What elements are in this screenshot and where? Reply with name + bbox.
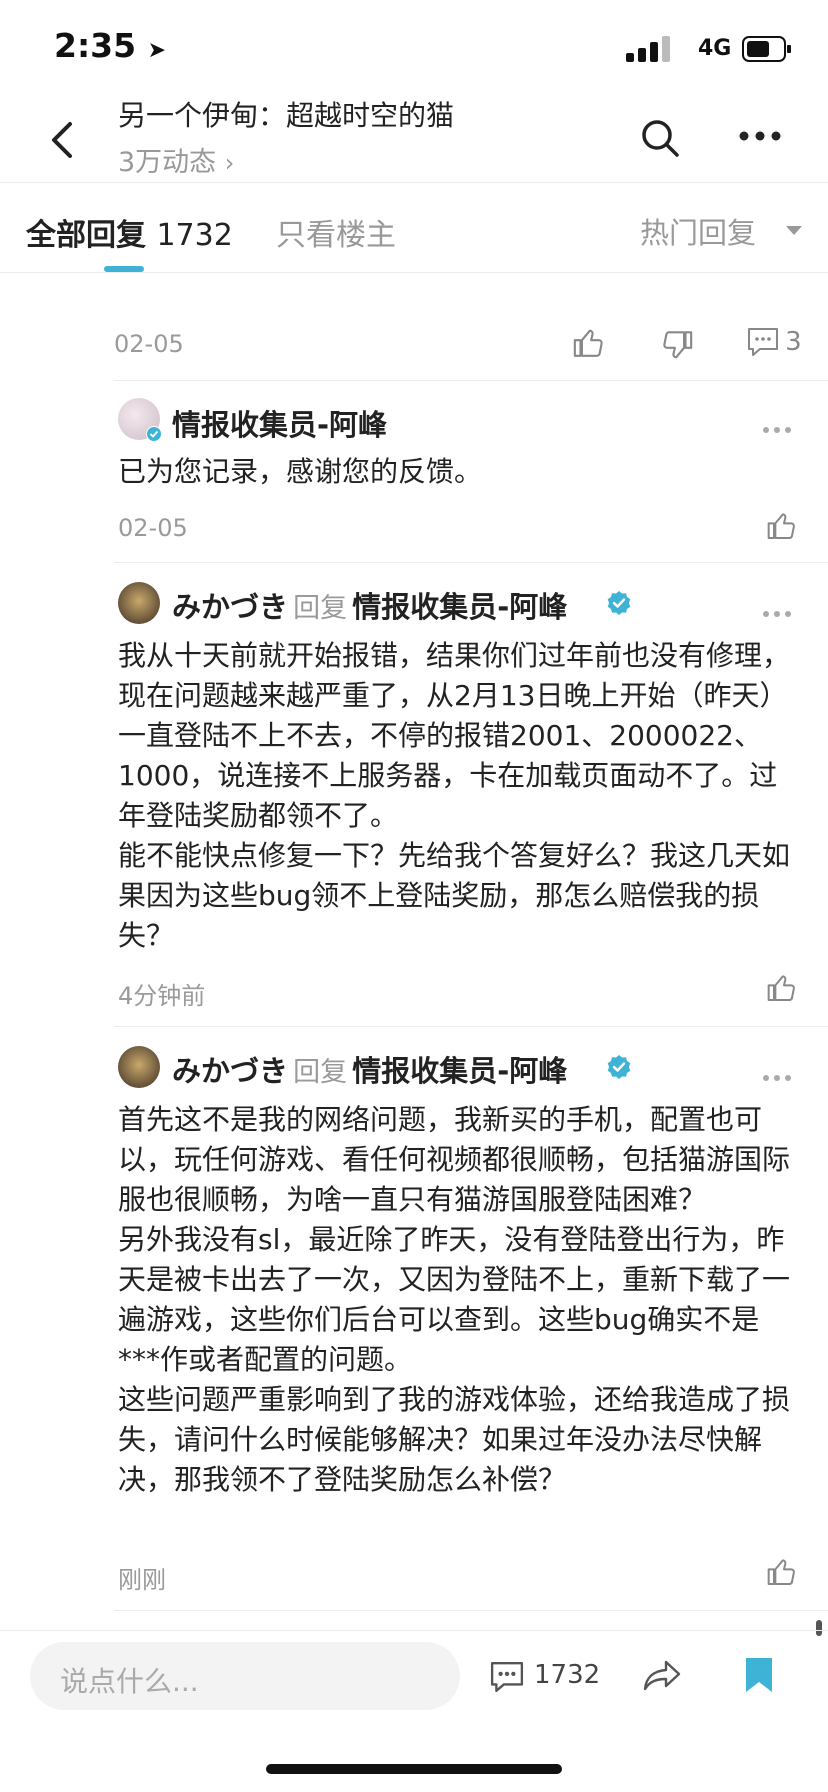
reply-word: 回复 (293, 593, 348, 624)
tab-all-count: 1732 (156, 218, 233, 253)
like-icon[interactable] (766, 972, 798, 1004)
reply-target-username[interactable]: 情报收集员-阿峰 (352, 590, 567, 624)
battery-icon (742, 36, 791, 62)
search-icon[interactable] (640, 118, 680, 158)
like-icon[interactable] (572, 326, 606, 360)
more-options-icon[interactable] (762, 426, 792, 434)
comment-header: みかづき 回复 情报收集员-阿峰 (172, 1048, 567, 1090)
comment-time: 4分钟前 (118, 982, 206, 1010)
comment-username[interactable]: みかづき (172, 590, 288, 624)
caret-down-icon[interactable] (786, 226, 802, 235)
comment-time: 刚刚 (118, 1566, 166, 1594)
comment-username[interactable]: 情报收集员-阿峰 (172, 402, 387, 444)
divider (114, 380, 828, 381)
divider (0, 1630, 828, 1631)
comment-username[interactable]: みかづき (172, 1054, 288, 1088)
verified-badge-icon (146, 426, 162, 442)
avatar[interactable] (118, 582, 160, 624)
divider (114, 1026, 828, 1027)
like-icon[interactable] (766, 1556, 798, 1588)
activity-count-link[interactable]: 3万动态 › (118, 140, 234, 179)
tab-all-replies[interactable]: 全部回复 1732 (26, 210, 233, 254)
signal-icon (626, 36, 670, 62)
divider (114, 1610, 828, 1611)
comment-bubble-icon[interactable] (488, 1660, 526, 1694)
comment-text: 已为您记录，感谢您的反馈。 (118, 455, 483, 488)
location-arrow-icon: ➤ (147, 38, 167, 63)
status-time-text: 2:35 (54, 26, 137, 65)
divider (0, 272, 828, 273)
status-time: 2:35 ➤ (54, 26, 166, 65)
more-options-icon[interactable] (762, 1074, 792, 1082)
verified-badge-icon (607, 1055, 631, 1079)
more-icon[interactable] (738, 124, 782, 148)
comment-header: みかづき 回复 情报收集员-阿峰 (172, 584, 567, 626)
avatar[interactable] (118, 1046, 160, 1088)
comment-text: 首先这不是我的网络问题，我新买的手机，配置也可以，玩任何游戏、看任何视频都很顺畅… (118, 1103, 791, 1496)
tab-only-op[interactable]: 只看楼主 (276, 210, 396, 254)
comment-input-placeholder: 说点什么... (60, 1665, 199, 1698)
comment-text: 我从十天前就开始报错，结果你们过年前也没有修理，现在问题越来越严重了，从2月13… (118, 639, 791, 952)
comment-count: 1732 (534, 1660, 601, 1690)
tab-all-label: 全部回复 (26, 218, 146, 253)
comment-bubble-icon (748, 328, 778, 356)
scrollbar-thumb[interactable] (816, 1620, 822, 1636)
chevron-right-icon: › (224, 149, 235, 177)
more-options-icon[interactable] (762, 610, 792, 618)
reply-count: 3 (785, 327, 802, 357)
bookmark-icon[interactable] (744, 1656, 774, 1694)
dislike-icon[interactable] (660, 328, 694, 362)
share-icon[interactable] (642, 1658, 682, 1694)
comment-date: 02-05 (114, 330, 184, 358)
network-label: 4G (698, 36, 732, 61)
page-title: 另一个伊甸：超越时空的猫 (118, 99, 455, 132)
reply-target-username[interactable]: 情报收集员-阿峰 (352, 1054, 567, 1088)
divider (114, 562, 828, 563)
verified-badge-icon (607, 591, 631, 615)
reply-count-button[interactable]: 3 (746, 326, 802, 358)
comment-time: 02-05 (118, 514, 188, 542)
activity-count-text: 3万动态 (118, 147, 217, 178)
home-indicator (266, 1764, 562, 1774)
reply-word: 回复 (293, 1057, 348, 1088)
like-icon[interactable] (766, 510, 798, 542)
sort-dropdown[interactable]: 热门回复 (640, 210, 756, 252)
divider (0, 182, 828, 183)
back-icon[interactable] (48, 120, 78, 160)
